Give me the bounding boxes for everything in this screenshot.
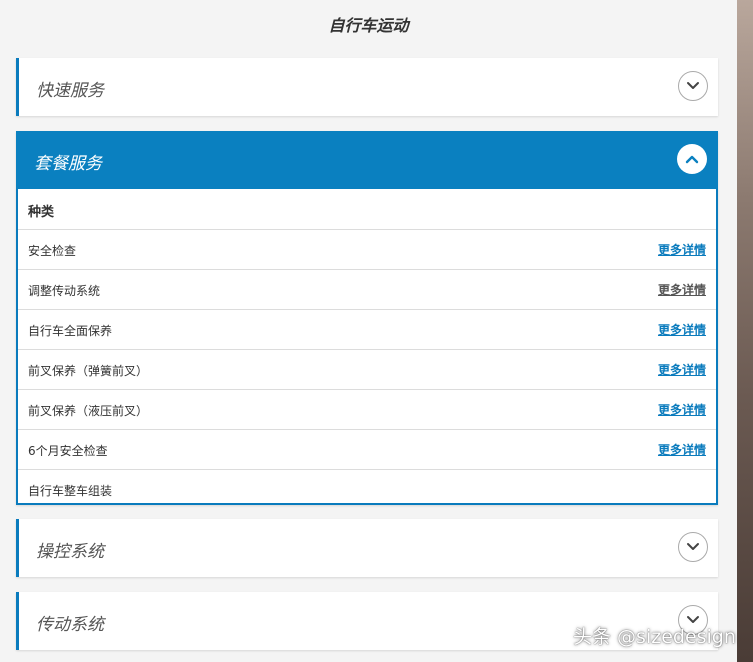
chevron-up-icon[interactable]	[677, 144, 707, 174]
panel-quick-service[interactable]: 快速服务	[16, 58, 718, 116]
service-name: 安全检查	[28, 244, 77, 258]
service-name: 前叉保养（弹簧前叉）	[28, 364, 149, 378]
more-details-link[interactable]: 更多详情	[658, 321, 706, 338]
panel-header[interactable]: 快速服务	[19, 58, 718, 116]
panel-title: 传动系统	[36, 615, 104, 635]
table-header-row: 种类	[18, 189, 716, 229]
more-details-link[interactable]: 更多详情	[658, 361, 706, 378]
panel-title: 操控系统	[36, 542, 104, 562]
panel-package-service: 套餐服务 种类 安全检查 更多详情 调整传动系统 更多详情 自行车全面保养 更多…	[16, 131, 718, 505]
table-row: 安全检查 更多详情	[18, 229, 716, 269]
table-row: 自行车整车组装	[18, 469, 716, 509]
panel-title: 快速服务	[36, 81, 104, 101]
more-details-link[interactable]: 更多详情	[658, 401, 706, 418]
more-details-link[interactable]: 更多详情	[658, 241, 706, 258]
more-details-link[interactable]: 更多详情	[658, 281, 706, 298]
table-row: 前叉保养（弹簧前叉） 更多详情	[18, 349, 716, 389]
table-row: 自行车全面保养 更多详情	[18, 309, 716, 349]
watermark: 头条 @sizedesign	[573, 626, 736, 648]
panel-handling-system[interactable]: 操控系统	[16, 519, 718, 577]
service-name: 自行车全面保养	[28, 324, 113, 338]
service-name: 6个月安全检查	[28, 444, 108, 458]
panel-title: 套餐服务	[34, 154, 102, 174]
more-details-link[interactable]: 更多详情	[658, 441, 706, 458]
table-row: 6个月安全检查 更多详情	[18, 429, 716, 469]
column-header-type: 种类	[28, 205, 55, 220]
panel-header[interactable]: 套餐服务	[16, 131, 718, 189]
service-name: 调整传动系统	[28, 284, 101, 298]
page: 自行车运动 快速服务 套餐服务 种类 安全检查 更多详情 调整传动系统 更多详情…	[0, 0, 737, 662]
background-photo-edge	[737, 0, 753, 662]
service-name: 自行车整车组装	[28, 484, 113, 498]
page-title: 自行车运动	[328, 16, 409, 35]
chevron-down-icon[interactable]	[678, 71, 708, 101]
chevron-down-icon[interactable]	[678, 532, 708, 562]
panel-header[interactable]: 操控系统	[19, 519, 718, 577]
table-row: 调整传动系统 更多详情	[18, 269, 716, 309]
service-name: 前叉保养（液压前叉）	[28, 404, 149, 418]
table-row: 前叉保养（液压前叉） 更多详情	[18, 389, 716, 429]
service-table: 种类 安全检查 更多详情 调整传动系统 更多详情 自行车全面保养 更多详情 前叉…	[18, 189, 716, 509]
